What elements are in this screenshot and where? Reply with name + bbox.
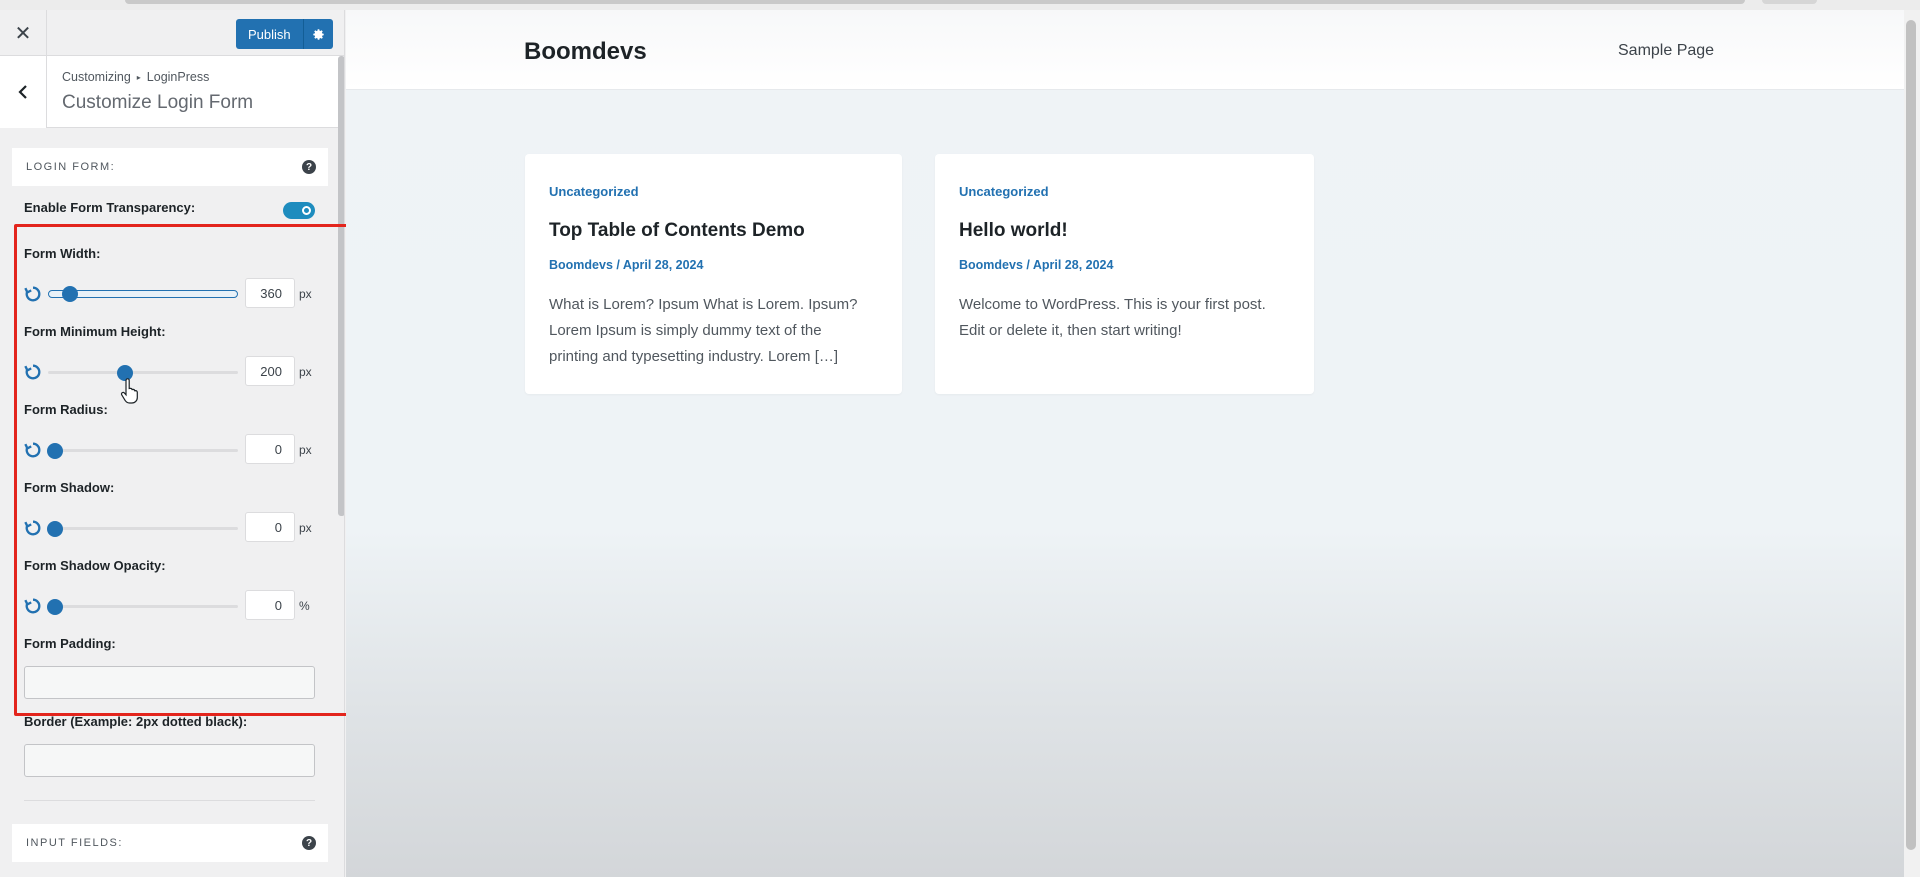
post-card: Uncategorized Top Table of Contents Demo… (525, 154, 902, 394)
address-bar-edge (125, 0, 1745, 4)
site-title[interactable]: Boomdevs (524, 38, 647, 66)
publish-settings-button[interactable] (302, 19, 333, 49)
post-category[interactable]: Uncategorized (549, 184, 639, 199)
nav-item-sample-page[interactable]: Sample Page (1618, 42, 1714, 60)
site-preview: Boomdevs Sample Page Uncategorized Top T… (346, 10, 1904, 877)
border-input[interactable] (24, 744, 315, 777)
section-label: LOGIN FORM: (26, 161, 116, 173)
excerpt-line: What is Lorem? Ipsum What is Lorem. Ipsu… (549, 296, 858, 313)
panel-title: Customize Login Form (62, 92, 254, 113)
customizer-header: ✕ Publish (0, 10, 344, 56)
post-excerpt: What is Lorem? Ipsum What is Lorem. Ipsu… (549, 292, 857, 370)
toggle-knob (302, 206, 311, 215)
section-divider (24, 800, 315, 801)
highlight-box (14, 224, 390, 716)
close-icon: ✕ (14, 22, 32, 45)
post-card: Uncategorized Hello world! Boomdevs / Ap… (935, 154, 1314, 394)
post-excerpt: Welcome to WordPress. This is your first… (959, 292, 1266, 344)
help-icon[interactable]: ? (302, 160, 316, 174)
section-label: INPUT FIELDS: (26, 837, 123, 849)
back-button[interactable] (0, 56, 47, 128)
publish-group: Publish (236, 19, 333, 49)
post-title[interactable]: Top Table of Contents Demo (549, 220, 805, 242)
hand-cursor-icon (120, 378, 138, 404)
preview-scrollbar-thumb[interactable] (1906, 20, 1916, 850)
breadcrumb-arrow-icon: ▸ (136, 73, 141, 82)
post-meta[interactable]: Boomdevs / April 28, 2024 (959, 258, 1113, 272)
post-title[interactable]: Hello world! (959, 220, 1068, 242)
transparency-label: Enable Form Transparency: (24, 200, 196, 215)
panel-title-bar: Customizing ▸ LoginPress Customize Login F… (0, 56, 344, 128)
excerpt-line: printing and typesetting industry. Lorem… (549, 348, 839, 365)
breadcrumb-parent: Customizing (62, 70, 131, 84)
login-form-section-header: LOGIN FORM: ? (12, 148, 328, 186)
help-icon[interactable]: ? (302, 836, 316, 850)
breadcrumb: Customizing ▸ LoginPress (62, 70, 209, 84)
site-header: Boomdevs Sample Page (346, 10, 1904, 90)
post-category[interactable]: Uncategorized (959, 184, 1049, 199)
excerpt-line: Edit or delete it, then start writing! (959, 322, 1182, 339)
input-fields-section-header[interactable]: INPUT FIELDS: ? (12, 824, 328, 862)
gear-icon (312, 28, 324, 40)
close-customizer-button[interactable]: ✕ (0, 10, 47, 56)
publish-button[interactable]: Publish (236, 19, 303, 49)
browser-button-edge (1762, 0, 1817, 4)
transparency-toggle[interactable] (283, 202, 315, 219)
excerpt-line: Lorem Ipsum is simply dummy text of the (549, 322, 822, 339)
browser-chrome-strip (0, 0, 1920, 10)
breadcrumb-child: LoginPress (146, 70, 210, 84)
chevron-left-icon (18, 85, 27, 99)
excerpt-line: Welcome to WordPress. This is your first… (959, 296, 1266, 313)
border-label: Border (Example: 2px dotted black): (24, 714, 248, 729)
post-meta[interactable]: Boomdevs / April 28, 2024 (549, 258, 703, 272)
